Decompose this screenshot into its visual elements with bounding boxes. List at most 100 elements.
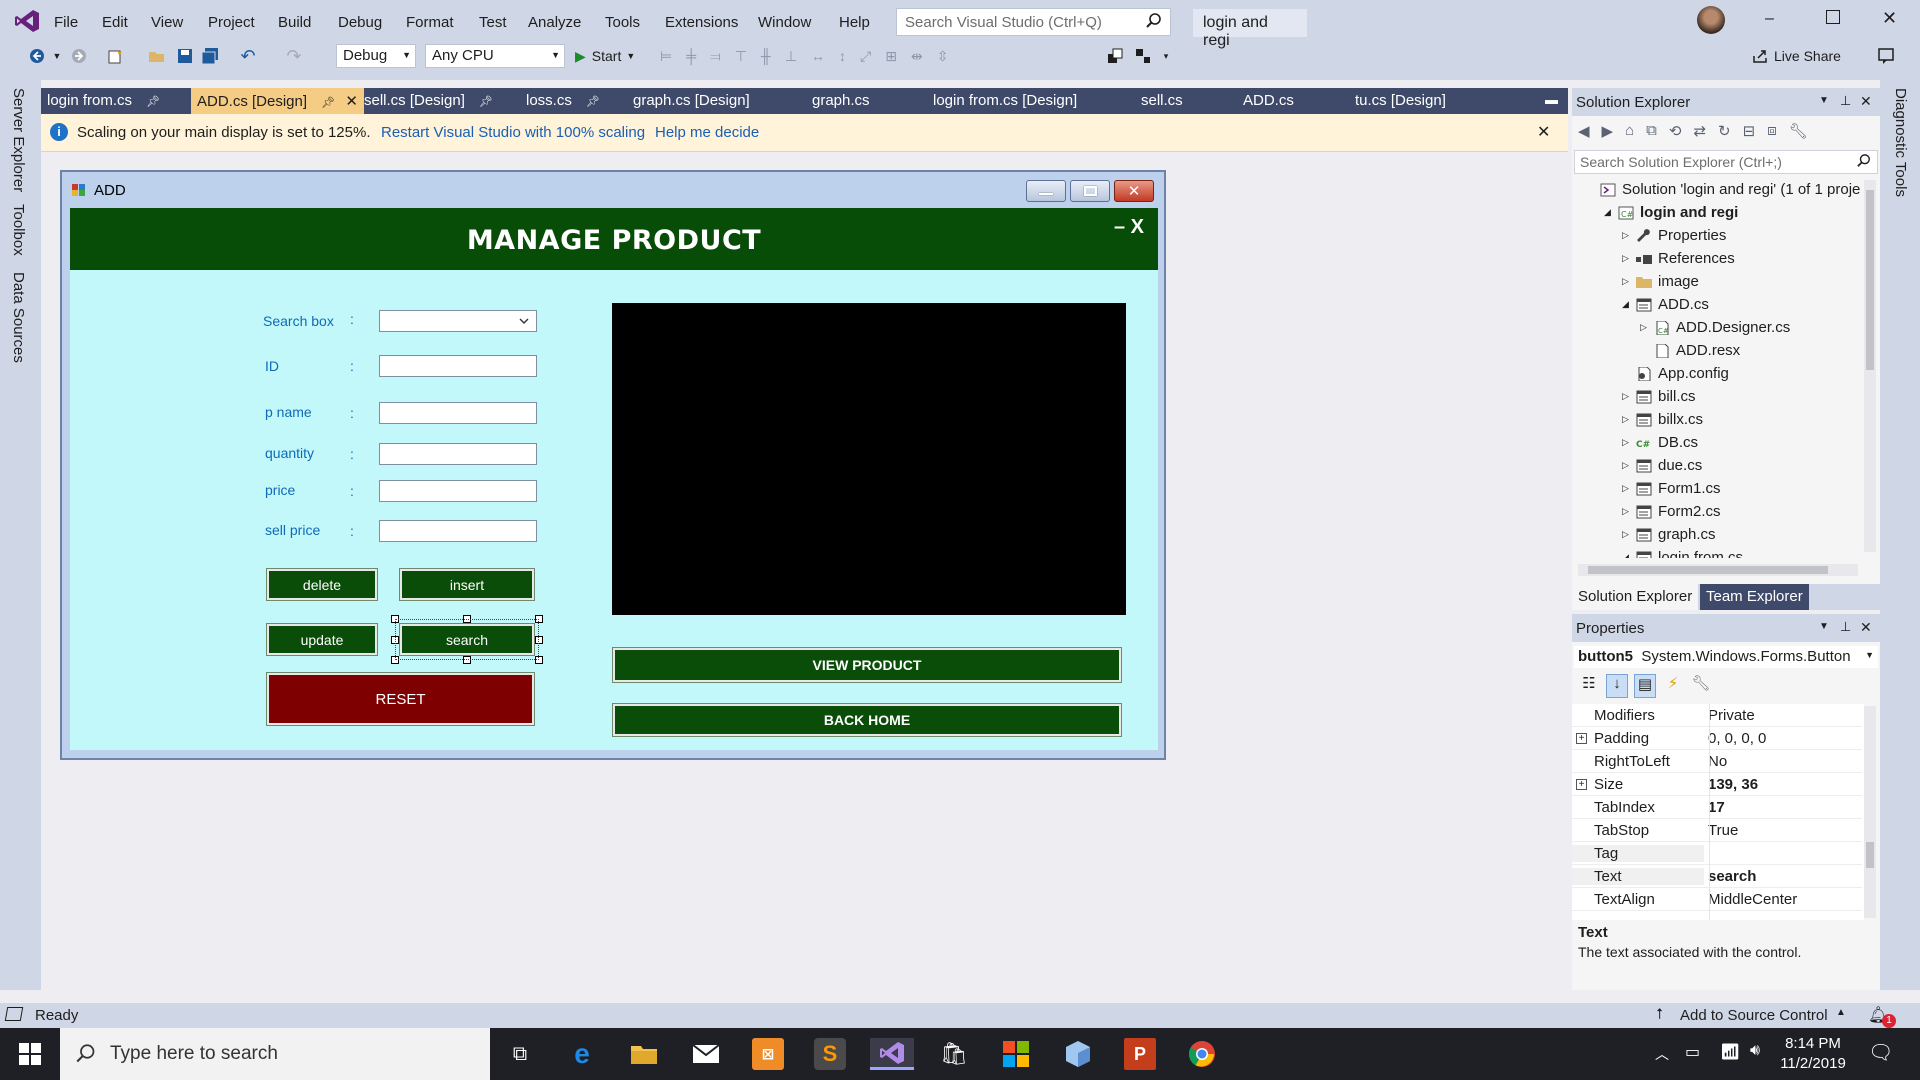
property-row[interactable]: + Padding 0, 0, 0, 0: [1572, 727, 1862, 750]
close-pane-icon[interactable]: ✕: [1860, 93, 1872, 110]
tree-item[interactable]: ◢ ADD.cs: [1572, 293, 1709, 316]
tab-sell-cs[interactable]: sell.cs: [1135, 88, 1189, 114]
expanded-arrow-icon[interactable]: ◢: [1604, 207, 1618, 218]
task-view-icon[interactable]: ⧉: [504, 1038, 536, 1070]
save-all-icon[interactable]: [200, 44, 220, 68]
property-value[interactable]: 0, 0, 0, 0: [1704, 730, 1766, 747]
tree-item[interactable]: ▷ C# ADD.Designer.cs: [1572, 316, 1790, 339]
insert-button[interactable]: insert: [399, 568, 535, 601]
live-share-button[interactable]: Live Share: [1752, 44, 1852, 68]
tab-overflow-icon[interactable]: ▬: [1545, 92, 1558, 107]
history-icon[interactable]: ⟲: [1669, 122, 1682, 144]
refresh-icon[interactable]: ↻: [1718, 122, 1731, 144]
properties-icon[interactable]: ▤: [1634, 674, 1656, 698]
expand-property-icon[interactable]: +: [1576, 732, 1587, 744]
open-folder-icon[interactable]: [147, 44, 167, 68]
output-icon[interactable]: [4, 1007, 24, 1021]
collapsed-arrow-icon[interactable]: ▷: [1622, 460, 1636, 471]
store-icon[interactable]: 🛍︎: [938, 1038, 970, 1070]
action-center-icon[interactable]: 🗨︎: [1868, 1040, 1893, 1065]
align-centers-icon[interactable]: ╪: [686, 48, 696, 64]
undo-icon[interactable]: ↶: [238, 44, 258, 68]
toolbox-tab[interactable]: Toolbox: [10, 204, 27, 256]
powerpoint-icon[interactable]: P: [1124, 1038, 1156, 1070]
tree-item[interactable]: ▷ Form2.cs: [1572, 500, 1721, 523]
object-selector[interactable]: button5 System.Windows.Forms.Button ▼: [1574, 646, 1878, 668]
quantity-input[interactable]: [379, 443, 537, 465]
property-row[interactable]: Modifiers Private: [1572, 704, 1862, 727]
tab-loss-cs[interactable]: loss.cs 📌︎: [520, 88, 606, 114]
collapsed-arrow-icon[interactable]: ▷: [1622, 506, 1636, 517]
restart-scaling-link[interactable]: Restart Visual Studio with 100% scaling: [381, 124, 645, 141]
p-name-input[interactable]: [379, 402, 537, 424]
windows-start-icon[interactable]: [14, 1038, 46, 1070]
collapsed-arrow-icon[interactable]: ▷: [1622, 483, 1636, 494]
categorized-icon[interactable]: ☷: [1578, 674, 1600, 698]
xampp-icon[interactable]: ⊠: [752, 1038, 784, 1070]
visual-studio-logo-icon[interactable]: [14, 8, 40, 34]
solution-config-select[interactable]: Debug ▼: [336, 44, 416, 68]
pin-icon[interactable]: 📌︎: [146, 96, 160, 108]
menu-window[interactable]: Window: [758, 14, 811, 31]
tree-vertical-scrollbar[interactable]: [1864, 180, 1876, 552]
redo-icon[interactable]: ↷: [284, 44, 304, 68]
sell-price-input[interactable]: [379, 520, 537, 542]
align-rights-icon[interactable]: ⫤: [710, 48, 721, 65]
sublime-text-icon[interactable]: S: [814, 1038, 846, 1070]
forward-icon[interactable]: [70, 44, 88, 68]
add-to-source-control[interactable]: Add to Source Control: [1680, 1007, 1828, 1024]
tab-login-from-cs-design[interactable]: login from.cs [Design]: [927, 88, 1083, 114]
horizontal-spacing-icon[interactable]: ⇹: [911, 48, 923, 65]
battery-icon[interactable]: ▭: [1685, 1042, 1700, 1062]
collapsed-arrow-icon[interactable]: ▷: [1622, 529, 1636, 540]
vertical-spacing-icon[interactable]: ⇳: [937, 48, 949, 65]
tree-item[interactable]: ▷ due.cs: [1572, 454, 1702, 477]
home-icon[interactable]: ⌂: [1625, 122, 1634, 144]
tree-item[interactable]: ▷ billx.cs: [1572, 408, 1703, 431]
diagnostic-tools-tab[interactable]: Diagnostic Tools: [1892, 88, 1909, 197]
user-avatar[interactable]: [1697, 6, 1725, 34]
visual-studio-taskbar-icon[interactable]: [870, 1038, 914, 1070]
menu-tools[interactable]: Tools: [605, 14, 640, 31]
tree-horizontal-scrollbar[interactable]: [1578, 564, 1858, 576]
make-same-height-icon[interactable]: ↕: [839, 48, 846, 64]
property-value[interactable]: MiddleCenter: [1704, 891, 1797, 908]
collapsed-arrow-icon[interactable]: ▷: [1622, 230, 1636, 241]
expand-property-icon[interactable]: +: [1576, 778, 1587, 790]
search-box-combo[interactable]: [379, 310, 537, 332]
make-same-size-icon[interactable]: ⤢: [860, 48, 871, 65]
align-middles-icon[interactable]: ╫: [761, 48, 771, 64]
collapsed-arrow-icon[interactable]: ▷: [1622, 391, 1636, 402]
taskbar-search-box[interactable]: Type here to search: [60, 1028, 490, 1080]
tree-item[interactable]: ▷ References: [1572, 247, 1735, 270]
property-value[interactable]: 17: [1704, 799, 1725, 816]
property-pages-icon[interactable]: 🔧︎: [1690, 674, 1712, 698]
tab-graph-cs-design[interactable]: graph.cs [Design]: [627, 88, 756, 114]
search-visual-studio-input[interactable]: Search Visual Studio (Ctrl+Q): [896, 8, 1171, 36]
show-all-files-icon[interactable]: ⧈: [1767, 122, 1777, 144]
back-icon[interactable]: [28, 44, 46, 68]
menu-file[interactable]: File: [54, 14, 78, 31]
file-explorer-icon[interactable]: [628, 1038, 660, 1070]
restore-icon[interactable]: [1826, 10, 1840, 24]
toolbar-overflow-icon[interactable]: ▾: [1160, 44, 1172, 68]
pin-icon[interactable]: 📌︎: [586, 96, 600, 108]
pane-dropdown-icon[interactable]: ▼: [1819, 621, 1829, 632]
close-pane-icon[interactable]: ✕: [1860, 619, 1872, 636]
color-app-icon[interactable]: [1000, 1038, 1032, 1070]
form-maximize-button[interactable]: [1070, 180, 1110, 202]
header-window-controls[interactable]: – X: [1114, 216, 1144, 239]
new-project-icon[interactable]: [105, 44, 125, 68]
expanded-arrow-icon[interactable]: ◢: [1622, 552, 1636, 558]
sync-icon[interactable]: ⇄: [1693, 122, 1706, 144]
menu-view[interactable]: View: [151, 14, 183, 31]
property-column-divider[interactable]: [1709, 704, 1710, 920]
delete-button[interactable]: delete: [266, 568, 378, 601]
property-row[interactable]: + Size 139, 36: [1572, 773, 1862, 796]
property-row[interactable]: TabStop True: [1572, 819, 1862, 842]
property-value[interactable]: search: [1704, 868, 1756, 885]
tree-item[interactable]: Solution 'login and regi' (1 of 1 proje: [1572, 178, 1860, 201]
switch-views-icon[interactable]: ⧉: [1646, 122, 1657, 144]
bring-to-front-icon[interactable]: [1105, 44, 1125, 68]
tab-order-icon[interactable]: [1133, 44, 1153, 68]
